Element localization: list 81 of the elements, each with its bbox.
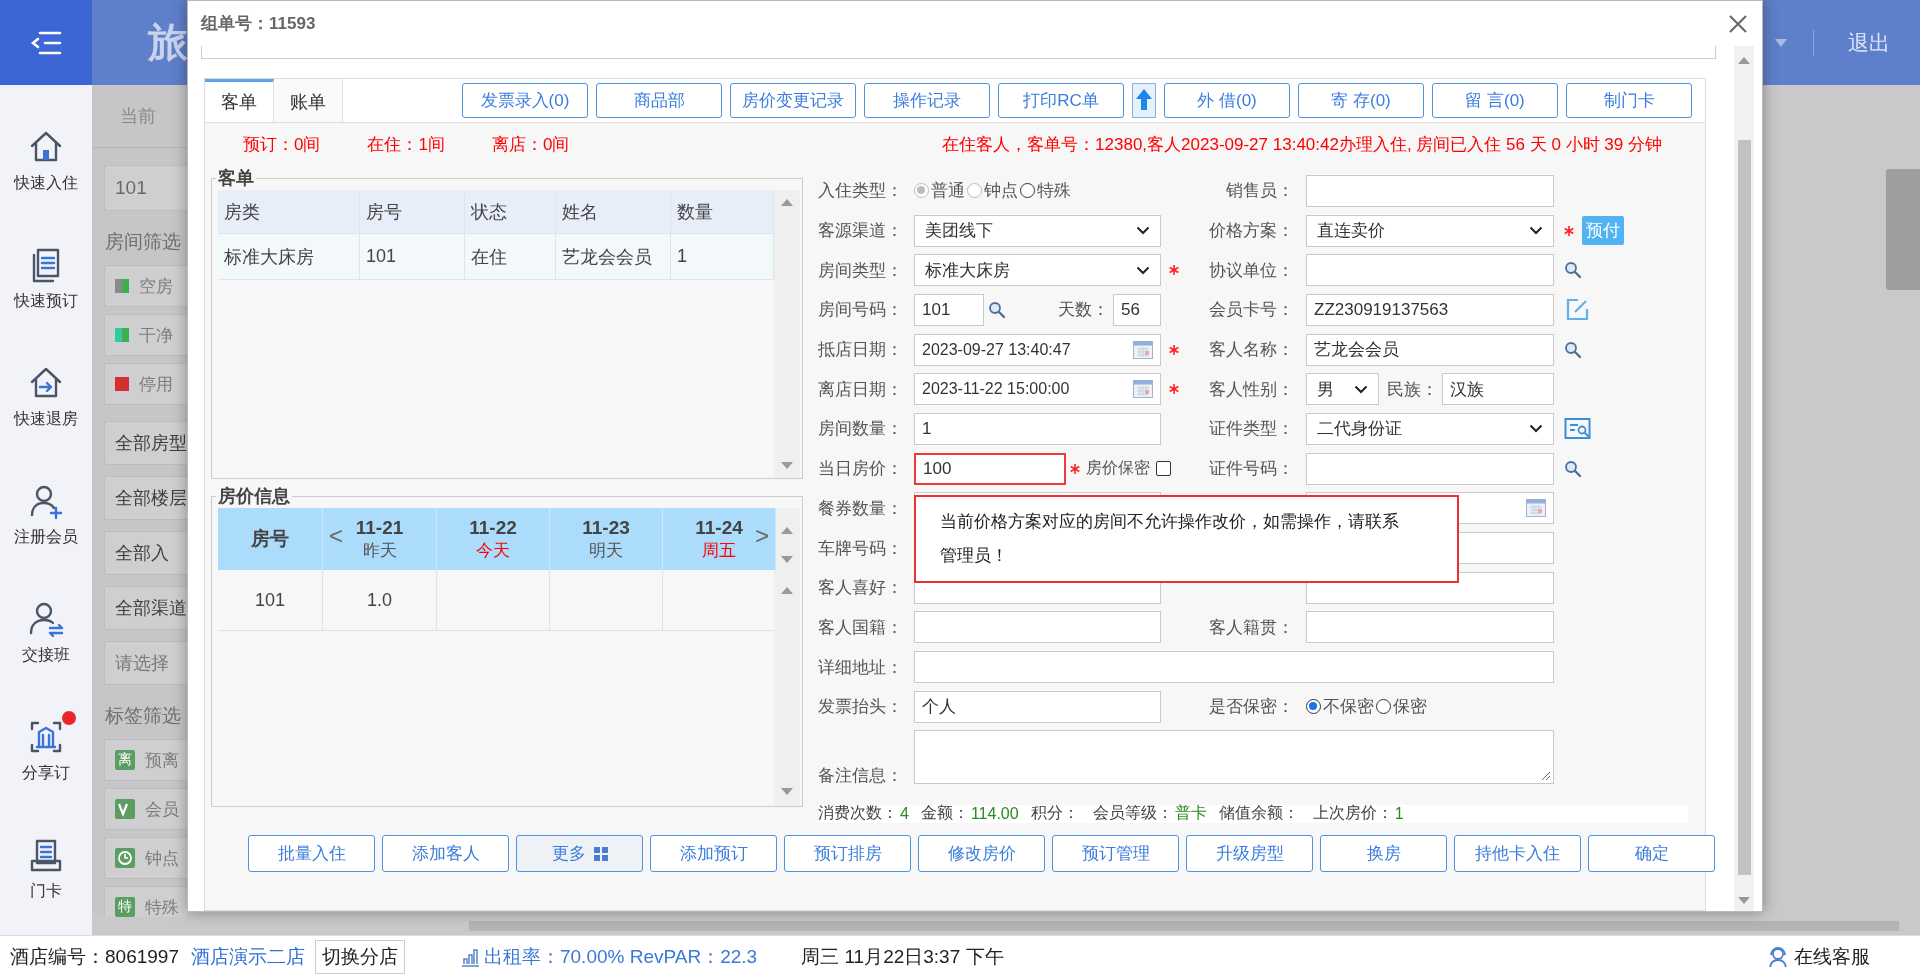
field-label: 证件类型：	[1209, 419, 1294, 439]
tag-icon: 离	[115, 750, 135, 770]
summary-value: 4	[900, 804, 909, 823]
date-text: 11-21	[355, 516, 404, 539]
occupancy-text: 出租率：70.00% RevPAR：22.3	[483, 944, 758, 969]
hotel-id: 酒店编号：8061997	[10, 944, 179, 969]
table-cell: 艺龙会会员	[556, 234, 671, 280]
panel-title: 房价信息	[217, 485, 291, 508]
field-label: 民族：	[1387, 378, 1438, 401]
section-title: 房间筛选	[105, 230, 182, 254]
field-label: 房间号码：	[818, 300, 903, 320]
field-label: 当日房价：	[818, 459, 903, 479]
field-label: 备注信息：	[818, 765, 903, 785]
status-message: 在住客人，客单号：12380,客人2023-09-27 13:40:42办理入住, 房间已入住 56 天 0 小时 39 分钟	[942, 134, 1662, 156]
day-text: 明天	[589, 539, 623, 562]
field-label: 详细地址：	[818, 657, 903, 677]
date-text: 11-23	[582, 516, 630, 539]
summary-label: 积分：	[1030, 803, 1079, 824]
table-cell: 1.0	[323, 570, 437, 631]
radio-label: 特殊	[1037, 180, 1071, 203]
field-label: 客人喜好：	[818, 578, 903, 598]
count-label: 在住：1间	[367, 134, 445, 156]
day-text: 今天	[476, 539, 510, 562]
field-label: 房间类型：	[818, 260, 903, 280]
summary-label: 会员等级：	[1092, 803, 1173, 824]
radio-label: 普通	[931, 180, 965, 203]
table-cell: 1	[671, 234, 774, 280]
table-cell: 101	[218, 570, 323, 631]
date-time: 周三 11月22日3:37 下午	[801, 944, 1004, 969]
checkbox-label: 房价保密	[1086, 458, 1150, 479]
date-text: 11-22	[469, 516, 517, 539]
column-header: 数量	[671, 190, 774, 234]
radio-label: 保密	[1393, 696, 1427, 719]
column-header: 房号	[218, 508, 323, 570]
field-label: 客人国籍：	[818, 617, 903, 637]
field-label: 离店日期：	[818, 379, 903, 399]
radio-label: 钟点	[984, 180, 1018, 203]
count-label: 离店：0间	[491, 134, 570, 156]
section-title: 标签筛选	[105, 704, 182, 728]
summary-label: 消费次数：	[818, 803, 898, 824]
field-label: 客源渠道：	[818, 221, 903, 241]
radio-label: 不保密	[1323, 696, 1374, 719]
count-label: 预订：0间	[243, 134, 321, 156]
summary-label: 金额：	[920, 803, 969, 824]
field-label: 房间数量：	[818, 419, 903, 439]
column-header: 状态	[465, 190, 556, 234]
column-header: 房号	[360, 190, 465, 234]
table-cell: 标准大床房	[218, 234, 360, 280]
field-label: 天数：	[1058, 299, 1109, 322]
field-label: 协议单位：	[1209, 260, 1294, 280]
summary-value: 1	[1394, 804, 1404, 823]
table-cell: 101	[360, 234, 465, 280]
field-label: 餐券数量：	[818, 498, 903, 518]
day-text: 周五	[702, 539, 736, 562]
column-header: 房类	[218, 190, 360, 234]
field-label: 会员卡号：	[1209, 300, 1294, 320]
column-header: 姓名	[556, 190, 671, 234]
dialog-title: 组单号：11593	[201, 13, 316, 35]
field-label: 价格方案：	[1209, 221, 1294, 241]
field-label: 是否保密：	[1209, 697, 1294, 717]
field-label: 客人性别：	[1209, 379, 1294, 399]
field-label: 抵店日期：	[818, 340, 903, 360]
field-label: 入住类型：	[818, 181, 903, 201]
day-text: 昨天	[362, 539, 397, 562]
summary-label: 上次房价：	[1312, 803, 1393, 824]
summary-value: 普卡	[1174, 803, 1207, 824]
table-cell: 在住	[465, 234, 556, 280]
prepaid-tag: 预付	[1582, 216, 1624, 246]
summary-value: 114.00	[970, 804, 1019, 823]
summary-label: 储值余额：	[1218, 803, 1299, 824]
app-title: 旅	[148, 19, 188, 66]
field-label: 车牌号码：	[818, 538, 903, 558]
field-label: 客人籍贯：	[1209, 617, 1294, 637]
field-label: 销售员：	[1226, 181, 1294, 201]
error-tooltip: 当前价格方案对应的房间不允许操作改价，如需操作，请联系管理员！	[914, 495, 1459, 583]
field-label: 证件号码：	[1209, 459, 1294, 479]
panel-title: 客单	[217, 167, 255, 190]
date-text: 11-24	[695, 516, 743, 539]
tag-icon: 特	[115, 897, 135, 917]
field-label: 客人名称：	[1209, 340, 1294, 360]
field-label: 发票抬头：	[818, 697, 903, 717]
